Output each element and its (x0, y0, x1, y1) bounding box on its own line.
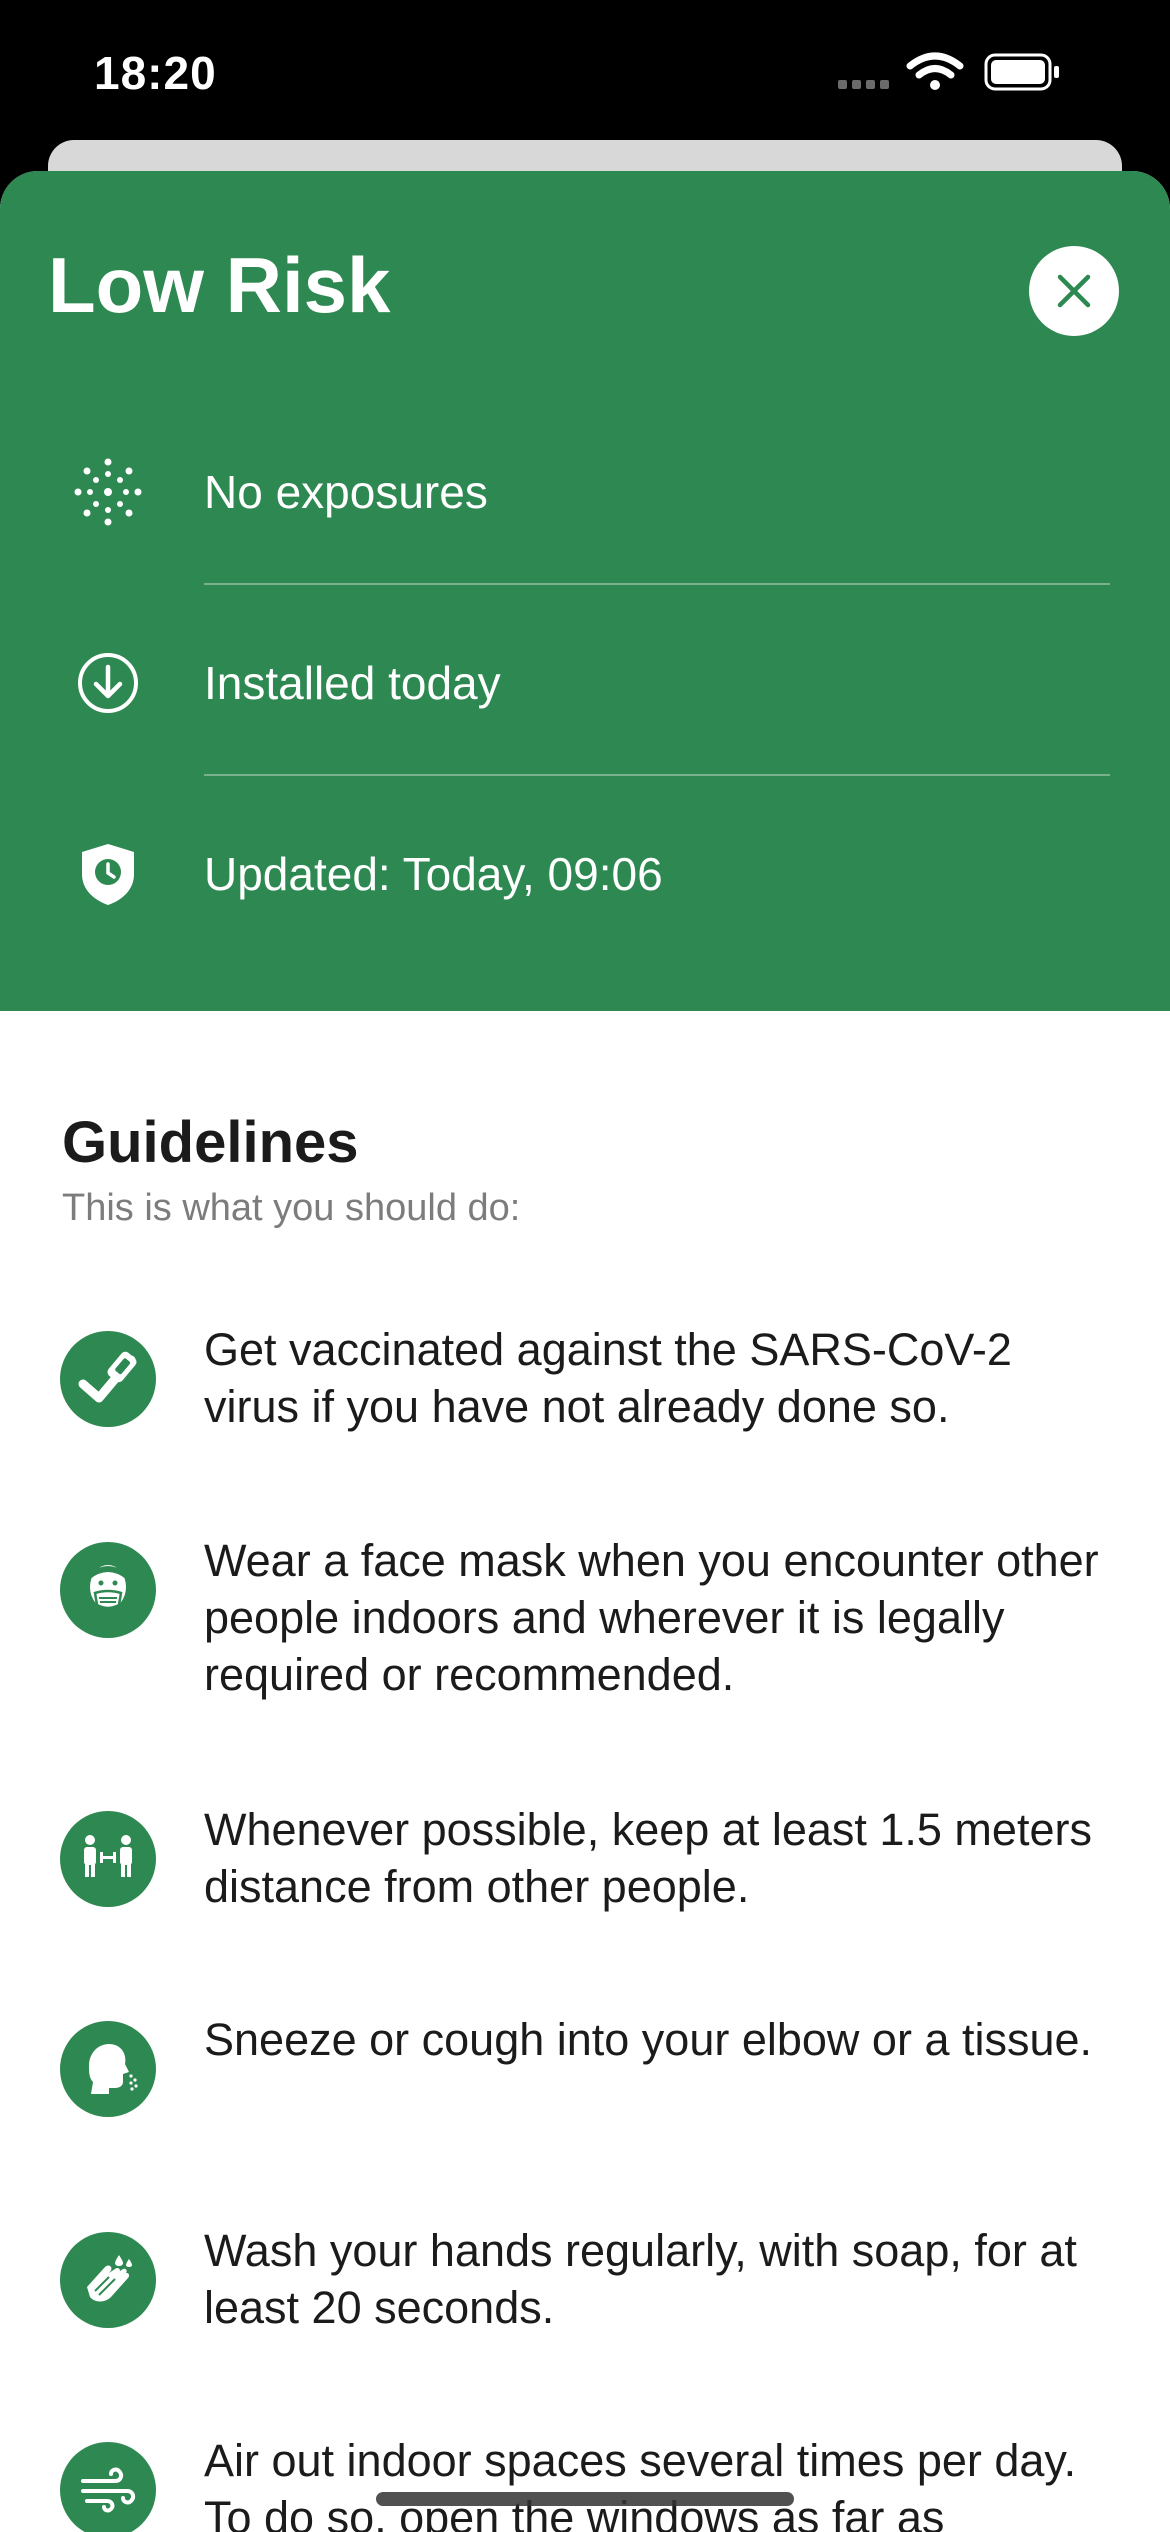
guideline-text: Air out indoor spaces several times per … (204, 2435, 1077, 2532)
shield-clock-icon (82, 844, 134, 905)
status-icons (838, 52, 1059, 91)
download-icon (78, 653, 138, 713)
guideline-text: Get vaccinated against the SARS-CoV-2 vi… (204, 1324, 1012, 1432)
distance-icon (60, 1811, 156, 1907)
ventilation-icon (60, 2442, 156, 2532)
hand-wash-icon (60, 2232, 156, 2328)
exposures-label: No exposures (204, 466, 488, 518)
guidelines-title: Guidelines (62, 1110, 359, 1175)
vaccine-icon (60, 1331, 156, 1427)
sneeze-icon (60, 2021, 156, 2117)
guideline-text: Whenever possible, keep at least 1.5 met… (204, 1804, 1092, 1912)
status-row-installed: Installed today (0, 585, 1170, 776)
status-row-exposures: No exposures (0, 394, 1170, 585)
wifi-icon (906, 52, 964, 90)
cellular-signal-icon (838, 80, 889, 89)
battery-icon (984, 53, 1059, 91)
home-indicator[interactable] (376, 2492, 794, 2506)
guideline-text: Wear a face mask when you encounter othe… (204, 1535, 1099, 1700)
installed-label: Installed today (204, 657, 501, 709)
guideline-text: Wash your hands regularly, with soap, fo… (204, 2225, 1077, 2333)
close-button[interactable] (1029, 246, 1119, 336)
guideline-text: Sneeze or cough into your elbow or a tis… (204, 2014, 1093, 2065)
risk-header: Low Risk No exposures Installed today Up… (0, 171, 1170, 1011)
close-icon (1057, 274, 1091, 308)
status-row-updated: Updated: Today, 09:06 (0, 776, 1170, 967)
updated-label: Updated: Today, 09:06 (204, 848, 663, 900)
status-bar: 18:20 (0, 0, 1170, 150)
face-mask-icon (60, 1542, 156, 1638)
status-time: 18:20 (94, 47, 217, 99)
virus-icon (74, 458, 142, 526)
page-title: Low Risk (48, 241, 391, 329)
guidelines-subtitle: This is what you should do: (62, 1187, 521, 1229)
risk-details-sheet: Low Risk No exposures Installed today Up… (0, 171, 1170, 2532)
